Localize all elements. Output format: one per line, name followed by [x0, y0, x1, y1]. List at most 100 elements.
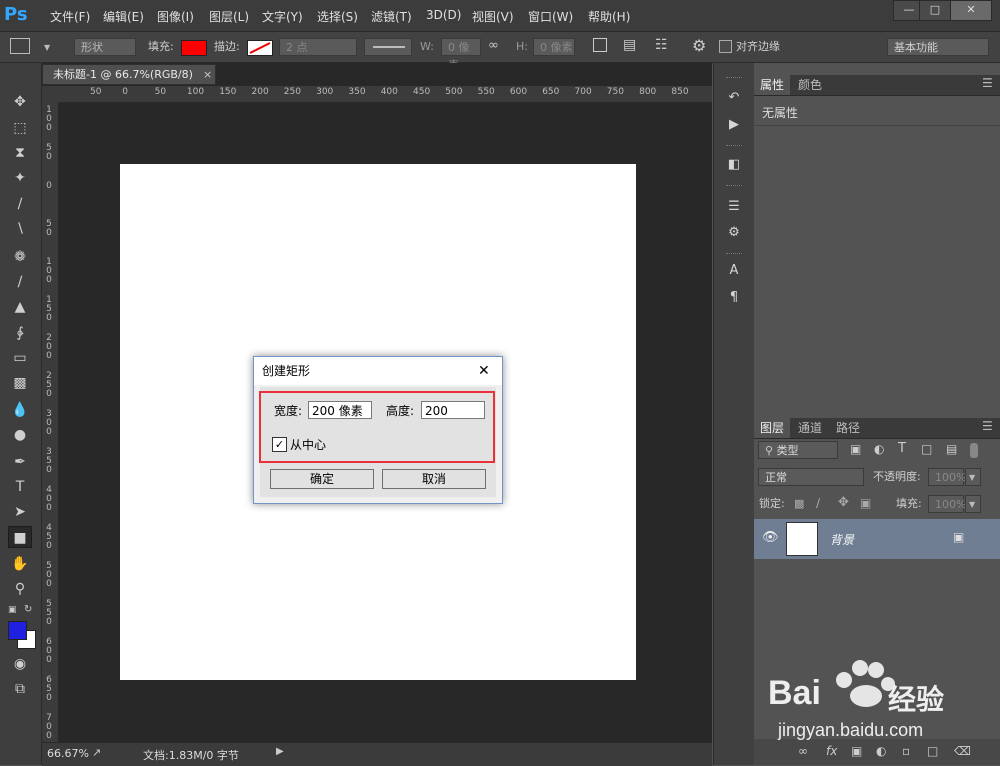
workspace-select[interactable]: 基本功能	[887, 38, 989, 56]
actions-icon[interactable]: ▶	[723, 115, 745, 135]
zoom-level[interactable]: 66.67%	[47, 747, 89, 760]
menu-select[interactable]: 选择(S)	[317, 8, 358, 25]
history-brush-tool-icon[interactable]: ∳	[8, 322, 32, 344]
stroke-swatch[interactable]	[247, 40, 273, 56]
panel-menu-icon[interactable]: ☰	[982, 76, 993, 90]
path-operations-icon[interactable]	[593, 38, 607, 52]
shape-mode-select[interactable]: 形状	[74, 38, 136, 56]
path-selection-tool-icon[interactable]: ➤	[8, 501, 32, 523]
tab-channels[interactable]: 通道	[792, 418, 828, 438]
filter-toggle-switch[interactable]	[970, 443, 978, 458]
fill-opacity-field[interactable]: 100%	[928, 495, 967, 513]
menu-image[interactable]: 图像(I)	[157, 8, 194, 25]
magic-wand-tool-icon[interactable]: ✦	[8, 167, 32, 189]
lock-transparent-icon[interactable]: ▩	[794, 497, 804, 510]
width-field[interactable]: 0 像素	[441, 38, 481, 72]
quick-mask-icon[interactable]: ◉	[8, 653, 32, 675]
document-tab[interactable]: 未标题-1 @ 66.7%(RGB/8) ×	[42, 64, 216, 85]
filter-pixel-icon[interactable]: ▣	[850, 442, 861, 456]
blur-tool-icon[interactable]: 💧	[8, 399, 32, 421]
close-tab-icon[interactable]: ×	[203, 65, 212, 85]
swap-colors-icon[interactable]: ↻	[24, 604, 32, 615]
screen-mode-icon[interactable]: ⧉	[8, 678, 32, 700]
menu-layer[interactable]: 图层(L)	[209, 8, 249, 25]
panel-menu-icon[interactable]: ☰	[982, 419, 993, 433]
menu-3d[interactable]: 3D(D)	[426, 8, 461, 22]
menu-edit[interactable]: 编辑(E)	[103, 8, 144, 25]
layer-row[interactable]: 👁 背景 ▣	[754, 519, 1000, 559]
rectangle-tool-preset-icon[interactable]	[10, 38, 30, 54]
dock-grip[interactable]	[726, 185, 742, 189]
filter-shape-icon[interactable]: □	[921, 442, 932, 456]
zoom-tool-icon[interactable]: ⚲	[8, 578, 32, 600]
link-icon[interactable]: ∞	[488, 38, 499, 53]
filter-type-icon[interactable]: T	[898, 441, 906, 456]
healing-brush-tool-icon[interactable]: ❁	[8, 246, 32, 268]
menu-window[interactable]: 窗口(W)	[528, 8, 573, 25]
brush-settings-icon[interactable]: ⚙	[723, 223, 745, 243]
history-icon[interactable]: ↶	[723, 88, 745, 108]
pen-tool-icon[interactable]: ✒	[8, 451, 32, 473]
dock-grip[interactable]	[726, 145, 742, 149]
fill-color-swatch[interactable]	[181, 40, 207, 56]
watermark-url: jingyan.baidu.com	[778, 720, 924, 740]
dodge-tool-icon[interactable]: ●	[8, 424, 32, 446]
fill-opacity-value: 100%	[935, 498, 967, 511]
swatches-icon[interactable]: ◧	[723, 155, 745, 175]
path-arrangement-icon[interactable]: ☷	[655, 37, 668, 53]
filter-smart-object-icon[interactable]: ▤	[946, 442, 957, 456]
foreground-color-swatch[interactable]	[8, 621, 27, 640]
align-edges-checkbox[interactable]	[719, 40, 732, 53]
default-colors-icon[interactable]: ▣	[8, 605, 17, 615]
tab-properties[interactable]: 属性	[754, 75, 791, 95]
lock-all-icon[interactable]: ▣	[860, 496, 871, 510]
opacity-chevron-icon[interactable]: ▼	[965, 468, 981, 486]
eraser-tool-icon[interactable]: ▭	[8, 347, 32, 369]
lock-pixels-icon[interactable]: ∕	[816, 496, 820, 510]
path-alignment-icon[interactable]: ▤	[623, 37, 636, 53]
blend-mode-select[interactable]: 正常	[758, 468, 864, 486]
close-window-button[interactable]: ✕	[950, 0, 992, 21]
hand-tool-icon[interactable]: ✋	[8, 553, 32, 575]
menu-type[interactable]: 文字(Y)	[262, 8, 303, 25]
status-menu-arrow-icon[interactable]: ▶	[276, 746, 284, 757]
fill-chevron-icon[interactable]: ▼	[965, 495, 981, 513]
crop-tool-icon[interactable]: ∕	[8, 193, 32, 215]
dialog-close-icon[interactable]: ✕	[478, 357, 490, 385]
menu-file[interactable]: 文件(F)	[50, 8, 90, 25]
chevron-down-icon[interactable]: ▼	[44, 43, 50, 52]
dock-grip[interactable]	[726, 253, 742, 257]
type-tool-icon[interactable]: T	[8, 476, 32, 498]
stroke-size-field[interactable]: 2 点	[279, 38, 357, 56]
brush-tool-icon[interactable]: ∕	[8, 271, 32, 293]
lock-position-icon[interactable]: ✥	[838, 495, 849, 510]
stamp-tool-icon[interactable]: ▲	[8, 296, 32, 318]
filter-adjustment-icon[interactable]: ◐	[874, 442, 884, 456]
layer-filter-select[interactable]: ⚲ 类型	[758, 441, 838, 459]
height-field[interactable]: 0 像素	[533, 38, 575, 56]
menu-help[interactable]: 帮助(H)	[588, 8, 630, 25]
gradient-tool-icon[interactable]: ▩	[8, 372, 32, 394]
marquee-tool-icon[interactable]: ⬚	[8, 117, 32, 139]
maximize-button[interactable]: □	[919, 0, 951, 21]
share-icon[interactable]: ↗	[92, 746, 101, 759]
paragraph-icon[interactable]: ¶	[723, 288, 745, 308]
opacity-field[interactable]: 100%	[928, 468, 966, 486]
lasso-tool-icon[interactable]: ⧗	[8, 142, 32, 164]
menu-filter[interactable]: 滤镜(T)	[371, 8, 412, 25]
rectangle-tool-icon[interactable]: ■	[8, 526, 32, 548]
tab-color[interactable]: 颜色	[792, 75, 828, 95]
menu-view[interactable]: 视图(V)	[472, 8, 514, 25]
visibility-eye-icon[interactable]: 👁	[762, 530, 779, 545]
ok-button[interactable]: 确定	[270, 469, 374, 489]
character-icon[interactable]: A	[723, 261, 745, 281]
brush-presets-icon[interactable]: ☰	[723, 197, 745, 217]
dock-grip[interactable]	[726, 77, 742, 81]
tab-paths[interactable]: 路径	[830, 418, 866, 438]
stroke-type-select[interactable]	[364, 38, 412, 56]
gear-icon[interactable]: ⚙	[692, 36, 706, 55]
move-tool-icon[interactable]: ✥	[8, 91, 32, 113]
cancel-button[interactable]: 取消	[382, 469, 486, 489]
tab-layers[interactable]: 图层	[754, 418, 791, 438]
eyedropper-tool-icon[interactable]: ∖	[8, 218, 32, 240]
